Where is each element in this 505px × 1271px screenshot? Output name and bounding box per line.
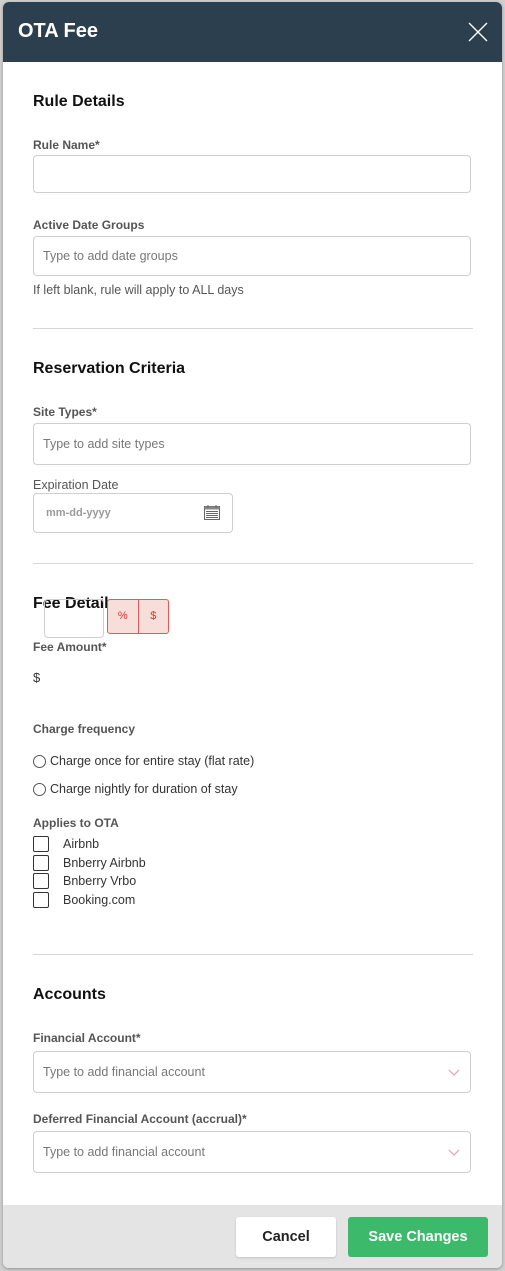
fee-type-toggle: % $ (107, 599, 169, 634)
close-icon[interactable] (468, 22, 488, 42)
financial-account-label: Financial Account* (33, 1031, 141, 1045)
site-types-input[interactable]: Type to add site types (33, 423, 471, 465)
expiration-date-input[interactable]: mm-dd-yyyy (33, 493, 233, 533)
ota-option-bnberry-airbnb[interactable]: Bnberry Airbnb (33, 855, 146, 871)
section-heading-reservation-criteria: Reservation Criteria (33, 360, 186, 377)
modal-title: OTA Fee (18, 20, 99, 42)
expiration-date-label: Expiration Date (33, 478, 119, 492)
ota-option-label: Bnberry Vrbo (63, 874, 137, 888)
deferred-account-label: Deferred Financial Account (accrual)* (33, 1112, 247, 1126)
charge-option-nightly[interactable]: Charge nightly for duration of stay (33, 782, 238, 796)
site-types-placeholder: Type to add site types (43, 437, 165, 451)
section-divider (33, 954, 473, 955)
cancel-button[interactable]: Cancel (236, 1217, 336, 1257)
expiration-date-placeholder: mm-dd-yyyy (46, 507, 111, 519)
checkbox[interactable] (33, 855, 49, 871)
currency-symbol: $ (33, 670, 41, 685)
section-heading-rule-details: Rule Details (33, 93, 125, 110)
modal-body: Rule Details Rule Name* Active Date Grou… (3, 62, 502, 1205)
checkbox[interactable] (33, 836, 49, 852)
rule-name-label: Rule Name* (33, 138, 100, 152)
date-groups-hint: If left blank, rule will apply to ALL da… (33, 283, 244, 297)
checkbox[interactable] (33, 873, 49, 889)
rule-name-input[interactable] (33, 155, 471, 193)
modal-footer: Cancel Save Changes (3, 1205, 502, 1268)
ota-option-label: Airbnb (63, 837, 100, 851)
ota-option-label: Booking.com (63, 893, 136, 907)
applies-to-ota-label: Applies to OTA (33, 816, 119, 830)
section-divider (33, 328, 473, 329)
ota-option-bnberry-vrbo[interactable]: Bnberry Vrbo (33, 873, 136, 889)
financial-account-placeholder: Type to add financial account (43, 1065, 205, 1079)
radio-button[interactable] (33, 754, 46, 768)
ota-option-label: Bnberry Airbnb (63, 856, 146, 870)
date-groups-placeholder: Type to add date groups (43, 249, 178, 263)
ota-option-airbnb[interactable]: Airbnb (33, 836, 99, 852)
charge-option-label: Charge nightly for duration of stay (50, 782, 238, 796)
fee-type-dollar[interactable]: $ (137, 600, 169, 633)
date-groups-input[interactable]: Type to add date groups (33, 236, 471, 276)
modal-header: OTA Fee (3, 2, 502, 62)
fee-amount-input[interactable] (44, 599, 104, 638)
charge-frequency-label: Charge frequency (33, 722, 136, 736)
ota-fee-modal: OTA Fee Rule Details Rule Name* Active D… (3, 2, 502, 1268)
deferred-account-select[interactable]: Type to add financial account (33, 1131, 471, 1173)
calendar-icon[interactable] (204, 505, 220, 525)
radio-button[interactable] (33, 782, 46, 796)
date-groups-label: Active Date Groups (33, 218, 145, 232)
deferred-account-placeholder: Type to add financial account (43, 1145, 205, 1159)
checkbox[interactable] (33, 892, 49, 908)
fee-amount-label: Fee Amount* (33, 640, 107, 654)
charge-option-flat[interactable]: Charge once for entire stay (flat rate) (33, 754, 254, 768)
save-changes-button[interactable]: Save Changes (348, 1217, 488, 1257)
fee-type-percent[interactable]: % (108, 600, 138, 633)
section-divider (33, 563, 473, 564)
financial-account-select[interactable]: Type to add financial account (33, 1051, 471, 1093)
section-heading-accounts: Accounts (33, 986, 106, 1003)
charge-option-label: Charge once for entire stay (flat rate) (50, 754, 255, 768)
chevron-down-icon[interactable] (448, 1065, 460, 1083)
chevron-down-icon[interactable] (448, 1145, 460, 1163)
site-types-label: Site Types* (33, 405, 97, 419)
ota-option-booking-com[interactable]: Booking.com (33, 892, 135, 908)
